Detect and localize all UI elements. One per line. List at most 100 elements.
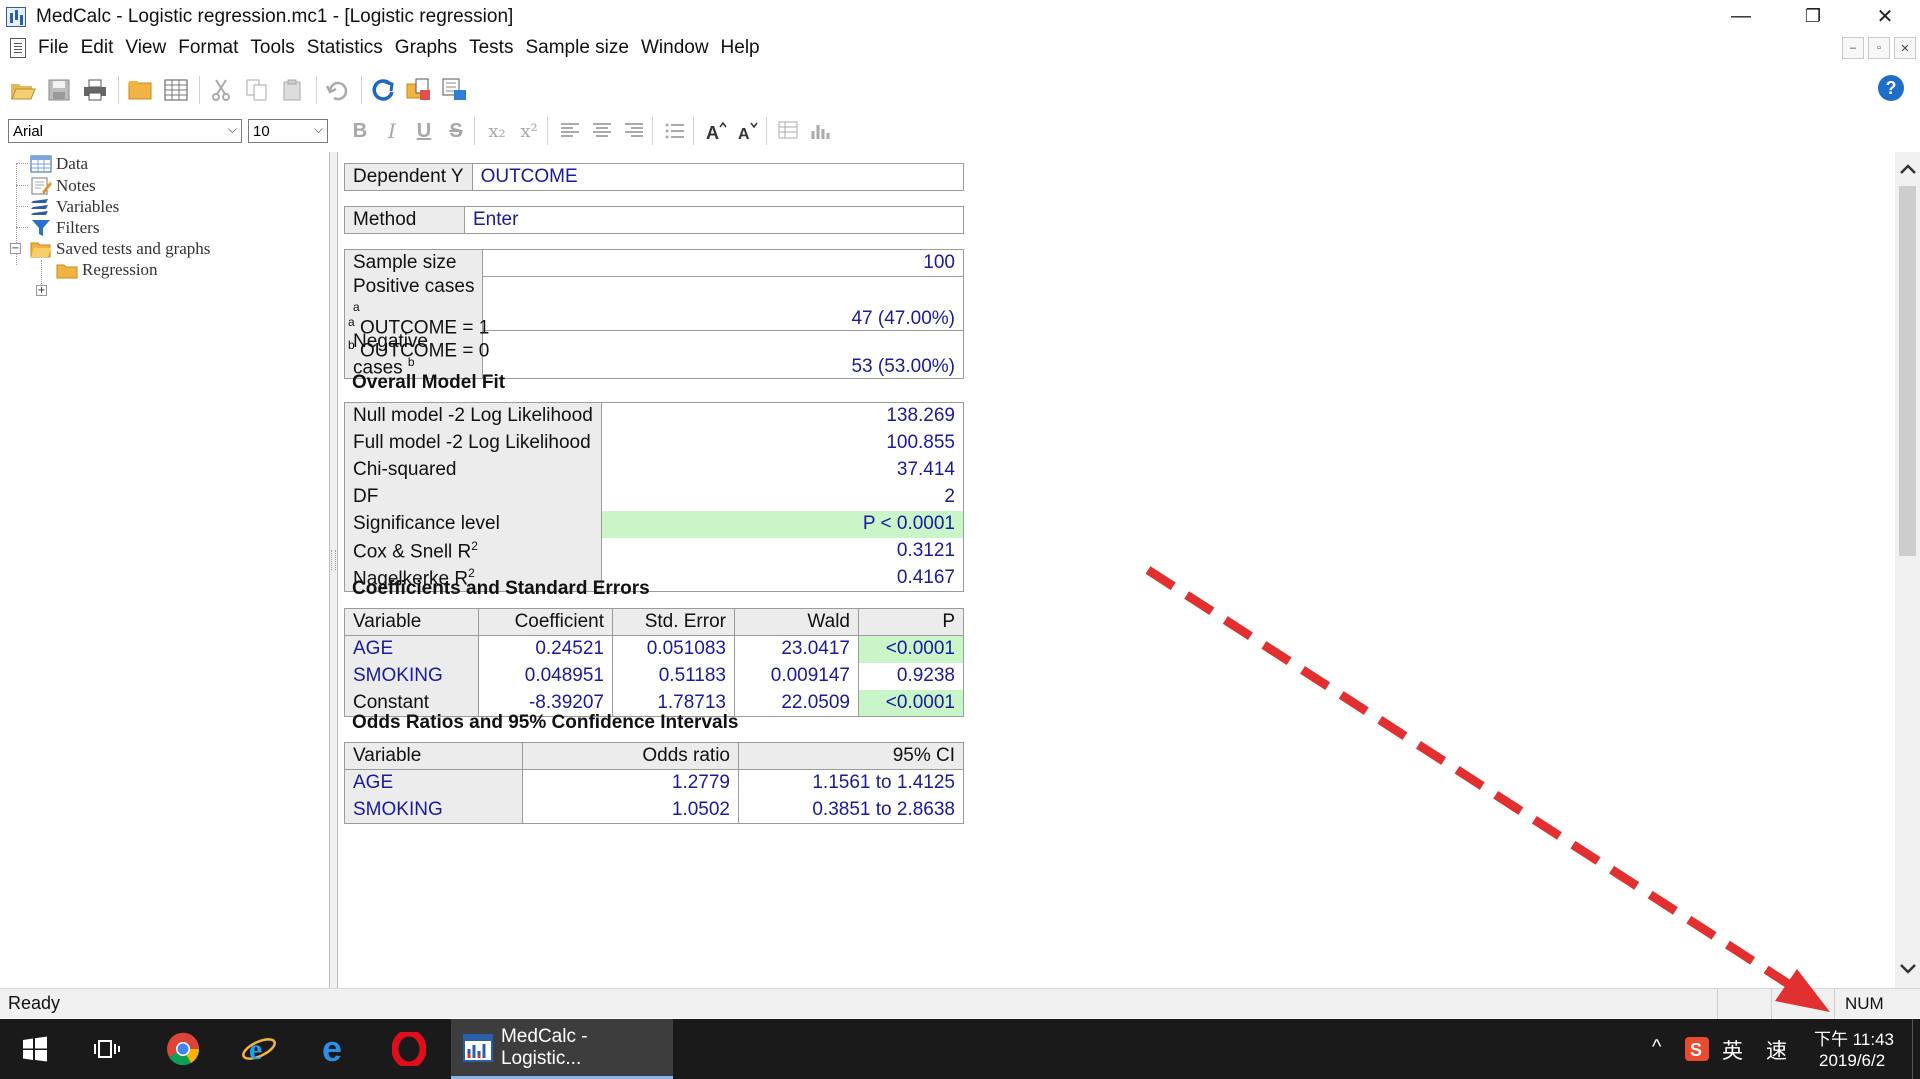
tree-item-saved-tests[interactable]: Saved tests and graphs <box>30 239 210 259</box>
status-text: Ready <box>8 993 61 1013</box>
table-row: AGE 1.2779 1.1561 to 1.4125 <box>344 769 964 797</box>
table-row: Chi-squared 37.414 <box>344 456 965 484</box>
taskbar-medcalc-button[interactable]: MedCalc - Logistic... <box>451 1019 673 1079</box>
strikethrough-button[interactable]: S <box>440 117 472 145</box>
mdi-minimize-button[interactable]: – <box>1842 37 1864 59</box>
increase-font-icon[interactable]: A <box>700 117 732 145</box>
variable-name: AGE <box>344 635 479 663</box>
chrome-icon[interactable] <box>160 1027 206 1071</box>
font-size-value: 10 <box>253 122 270 140</box>
ime-mode-indicator[interactable]: 速 <box>1766 1035 1787 1065</box>
tree-item-regression[interactable]: Regression <box>56 260 158 280</box>
menu-graphs[interactable]: Graphs <box>395 37 457 59</box>
method-value: Enter <box>464 206 964 234</box>
table-row: SMOKING 0.048951 0.51183 0.009147 0.9238 <box>344 662 964 690</box>
toolbar-separator <box>547 117 548 145</box>
panel-splitter[interactable] <box>330 152 338 988</box>
chart-format-icon[interactable] <box>805 117 837 145</box>
tree-item-variables[interactable]: Variables <box>30 197 119 217</box>
align-right-icon[interactable] <box>618 117 650 145</box>
tree-item-notes[interactable]: Notes <box>30 176 96 196</box>
decrease-font-icon[interactable]: A <box>732 117 764 145</box>
undo-icon[interactable] <box>323 75 353 105</box>
print-icon[interactable] <box>80 75 110 105</box>
clock-date[interactable]: 2019/6/2 <box>1819 1051 1885 1071</box>
collapse-toggle[interactable]: − <box>10 243 21 254</box>
sogou-ime-icon[interactable]: S <box>1682 1027 1712 1071</box>
table-format-icon[interactable] <box>773 117 805 145</box>
tree-item-filters[interactable]: Filters <box>30 218 99 238</box>
restore-button[interactable]: ❐ <box>1784 0 1842 33</box>
mdi-restore-button[interactable]: ▫ <box>1868 37 1890 59</box>
toolbar-separator <box>474 117 475 145</box>
folder-icon <box>56 264 78 279</box>
variable-name: AGE <box>344 769 523 797</box>
coefficients-title: Coefficients and Standard Errors <box>352 578 650 599</box>
clock-time[interactable]: 下午 11:43 <box>1814 1025 1894 1050</box>
folder-open-icon <box>30 242 51 258</box>
document-icon[interactable] <box>10 38 26 58</box>
opera-icon[interactable] <box>386 1027 432 1071</box>
windows-start-icon[interactable] <box>12 1027 58 1071</box>
menu-window[interactable]: Window <box>641 37 709 59</box>
underline-button[interactable]: U <box>408 117 440 145</box>
cut-icon[interactable] <box>206 75 236 105</box>
menu-tools[interactable]: Tools <box>250 37 294 59</box>
bold-button[interactable]: B <box>344 117 376 145</box>
windows-taskbar: e e MedCalc - Logistic... ^ S 英 速 下午 11:… <box>0 1019 1920 1079</box>
save-icon[interactable] <box>44 75 74 105</box>
toolbar-separator <box>316 76 317 104</box>
tray-chevron-icon[interactable]: ^ <box>1652 1036 1661 1059</box>
italic-button[interactable]: I <box>376 117 408 145</box>
subscript-button[interactable]: x₂ <box>481 117 513 145</box>
significance-value: P < 0.0001 <box>600 510 965 538</box>
scroll-down-icon[interactable] <box>1895 956 1920 982</box>
menu-file[interactable]: File <box>38 37 69 59</box>
align-left-icon[interactable] <box>554 117 586 145</box>
task-view-icon[interactable] <box>84 1027 130 1071</box>
refresh-icon[interactable] <box>368 75 398 105</box>
expand-toggle[interactable]: + <box>36 285 47 296</box>
table-cell: 0.24521 <box>478 635 613 663</box>
menu-help[interactable]: Help <box>721 37 760 59</box>
ime-language-indicator[interactable]: 英 <box>1722 1035 1743 1065</box>
export-icon[interactable] <box>404 75 434 105</box>
open-folder-icon[interactable] <box>8 75 38 105</box>
table-row: Dependent Y OUTCOME <box>344 163 965 191</box>
bullet-list-icon[interactable] <box>659 117 691 145</box>
report-view: Dependent Y OUTCOME Method Enter Sample … <box>339 152 1895 988</box>
fit-label: DF <box>344 483 602 511</box>
align-center-icon[interactable] <box>586 117 618 145</box>
superscript-button[interactable]: x² <box>513 117 545 145</box>
menu-tests[interactable]: Tests <box>469 37 513 59</box>
show-desktop-button[interactable] <box>1912 1019 1920 1079</box>
minimize-button[interactable]: — <box>1712 0 1770 33</box>
menu-format[interactable]: Format <box>178 37 238 59</box>
variable-name: SMOKING <box>344 662 479 690</box>
toolbar-separator <box>199 76 200 104</box>
fit-label: Chi-squared <box>344 456 602 484</box>
model-fit-table: Null model -2 Log Likelihood 138.269 Ful… <box>344 402 965 592</box>
export-text-icon[interactable] <box>440 75 470 105</box>
scroll-up-icon[interactable] <box>1895 156 1920 182</box>
tree-item-data[interactable]: Data <box>30 154 88 174</box>
font-family-select[interactable]: Arial ⌵ <box>8 119 242 143</box>
menu-statistics[interactable]: Statistics <box>307 37 383 59</box>
folder-icon[interactable] <box>125 75 155 105</box>
mdi-close-button[interactable]: ✕ <box>1894 37 1916 59</box>
menu-edit[interactable]: Edit <box>81 37 114 59</box>
menu-view[interactable]: View <box>125 37 166 59</box>
p-value-cell: <0.0001 <box>858 635 964 663</box>
vertical-scrollbar[interactable] <box>1895 152 1920 988</box>
scrollbar-thumb[interactable] <box>1899 186 1916 556</box>
font-size-select[interactable]: 10 ⌵ <box>248 119 328 143</box>
method-table: Method Enter <box>344 206 964 234</box>
copy-icon[interactable] <box>242 75 272 105</box>
spreadsheet-icon[interactable] <box>161 75 191 105</box>
menu-sample-size[interactable]: Sample size <box>525 37 629 59</box>
help-icon[interactable]: ? <box>1878 75 1904 101</box>
edge-icon[interactable]: e <box>312 1027 358 1071</box>
internet-explorer-icon[interactable]: e <box>236 1027 282 1071</box>
close-button[interactable]: ✕ <box>1856 0 1914 33</box>
paste-icon[interactable] <box>278 75 308 105</box>
